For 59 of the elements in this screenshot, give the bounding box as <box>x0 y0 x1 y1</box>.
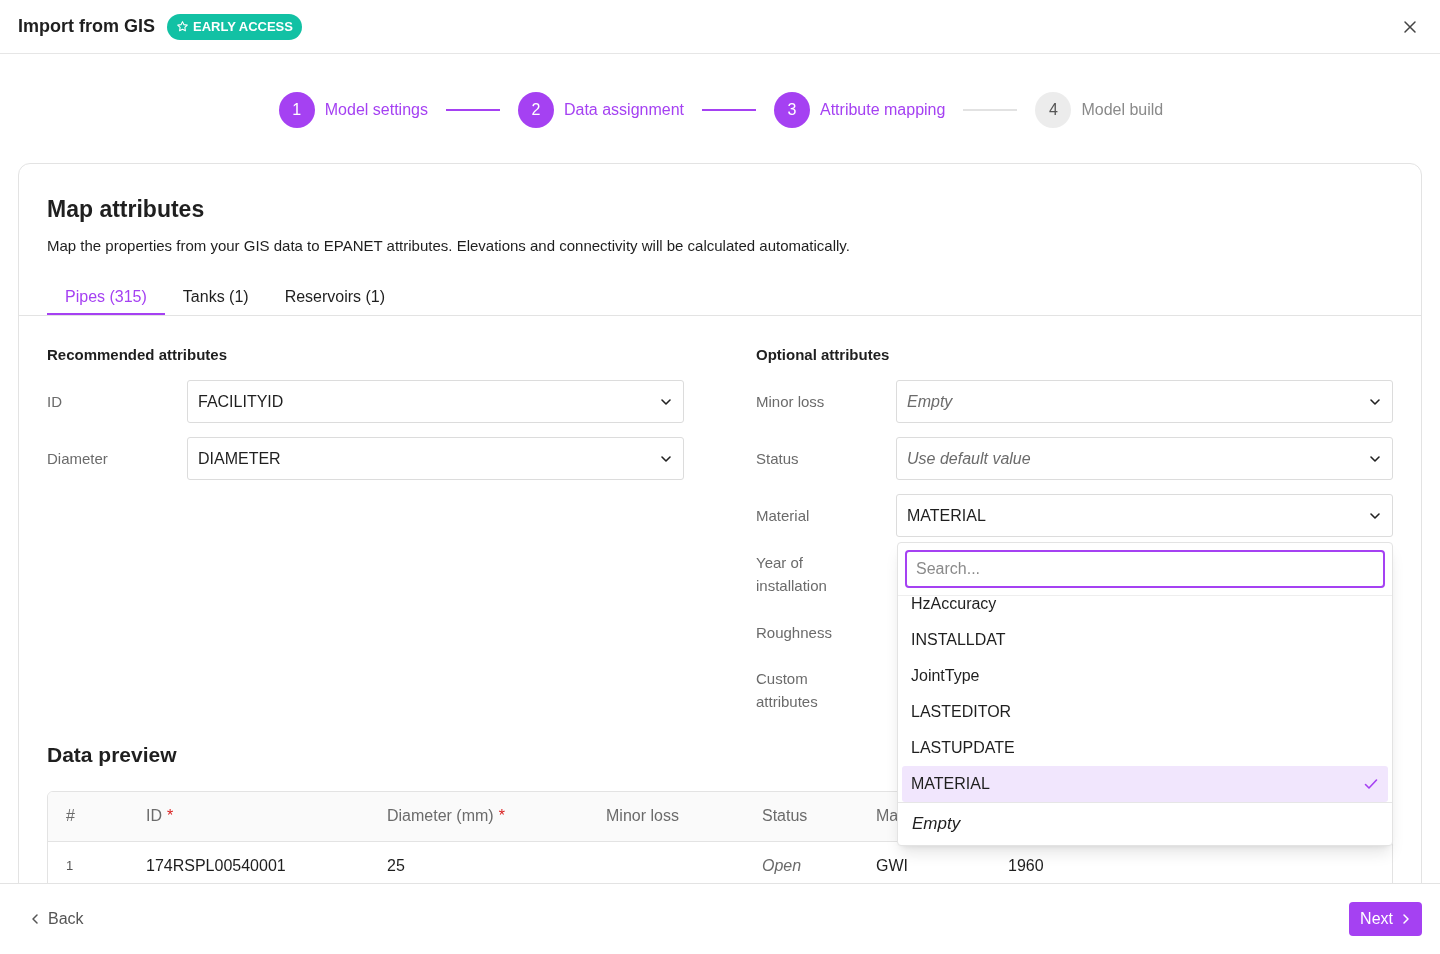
field-label: Custom attributes <box>756 669 819 712</box>
select-field[interactable]: Use default value <box>896 437 1393 480</box>
step-label[interactable]: Attribute mapping <box>820 97 946 122</box>
table-cell-text: 25 <box>387 855 406 876</box>
field-label: Roughness <box>756 622 833 643</box>
column-header: Ma <box>876 806 899 826</box>
column-header: Minor loss <box>606 806 679 826</box>
tab[interactable]: Reservoirs (1) <box>266 281 404 315</box>
field-label: Diameter <box>47 449 109 469</box>
back-button[interactable]: Back <box>30 907 84 931</box>
group-heading: Optional attributes <box>756 345 891 364</box>
column-header: ID <box>146 806 162 826</box>
next-button[interactable]: Next <box>1349 902 1422 936</box>
step-number: 2 <box>517 91 554 128</box>
select-field[interactable]: MATERIAL <box>896 494 1393 537</box>
table-cell-text: 174RSPL00540001 <box>146 855 287 876</box>
group-heading: Recommended attributes <box>47 345 229 364</box>
section-description: Map the properties from your GIS data to EPANET attributes. Elevations and connectivity will be calculated automatically. <box>47 235 851 256</box>
step-number: 3 <box>774 91 810 128</box>
dropdown-option[interactable]: LASTUPDATE <box>902 730 1388 766</box>
column-header: # <box>66 806 75 826</box>
star-icon <box>176 20 189 33</box>
column-header: Status <box>762 806 808 826</box>
dropdown-option[interactable]: Empty <box>898 803 1392 845</box>
step-label[interactable]: Model settings <box>324 97 428 122</box>
chevron-right-icon <box>1401 913 1411 925</box>
window-title: Import from GIS <box>18 15 155 38</box>
step-label[interactable]: Data assignment <box>563 97 684 122</box>
dropdown-option[interactable]: INSTALLDAT <box>902 622 1388 658</box>
dropdown-option[interactable]: JointType <box>902 658 1388 694</box>
chevron-left-icon <box>30 913 40 925</box>
field-label: ID <box>47 392 63 412</box>
select-field[interactable]: DIAMETER <box>187 437 684 480</box>
check-icon <box>1363 776 1379 792</box>
required-marker: * <box>498 806 505 826</box>
table-cell-text: GWI <box>876 855 909 876</box>
select-field[interactable]: Empty <box>896 380 1393 423</box>
select-field[interactable]: FACILITYID <box>187 380 684 423</box>
table-cell-text: 1 <box>65 856 75 875</box>
field-label: Status <box>756 449 800 469</box>
dropdown-option[interactable]: MATERIAL <box>902 766 1388 802</box>
step-number: 1 <box>278 91 315 128</box>
column-header: Diameter (mm) <box>387 806 494 826</box>
section-title: Data preview <box>47 742 177 768</box>
step-number: 4 <box>1035 91 1072 128</box>
table-cell-text: Open <box>762 855 803 876</box>
tab[interactable]: Tanks (1) <box>164 281 267 315</box>
section-title: Map attributes <box>47 195 206 224</box>
dropdown-option[interactable]: HzAccuracy <box>902 596 1388 622</box>
required-marker: * <box>167 806 174 826</box>
field-label: Year of installation <box>756 553 828 596</box>
early-access-badge: EARLY ACCESS <box>167 13 302 40</box>
field-label: Minor loss <box>756 392 826 412</box>
table-cell-text: 1960 <box>1008 855 1045 876</box>
field-label: Material <box>756 506 811 526</box>
dropdown-option[interactable]: LASTEDITOR <box>902 694 1388 730</box>
step-label[interactable]: Model build <box>1081 97 1164 122</box>
search-field[interactable]: Search... <box>905 550 1385 588</box>
close-icon <box>1403 19 1417 34</box>
